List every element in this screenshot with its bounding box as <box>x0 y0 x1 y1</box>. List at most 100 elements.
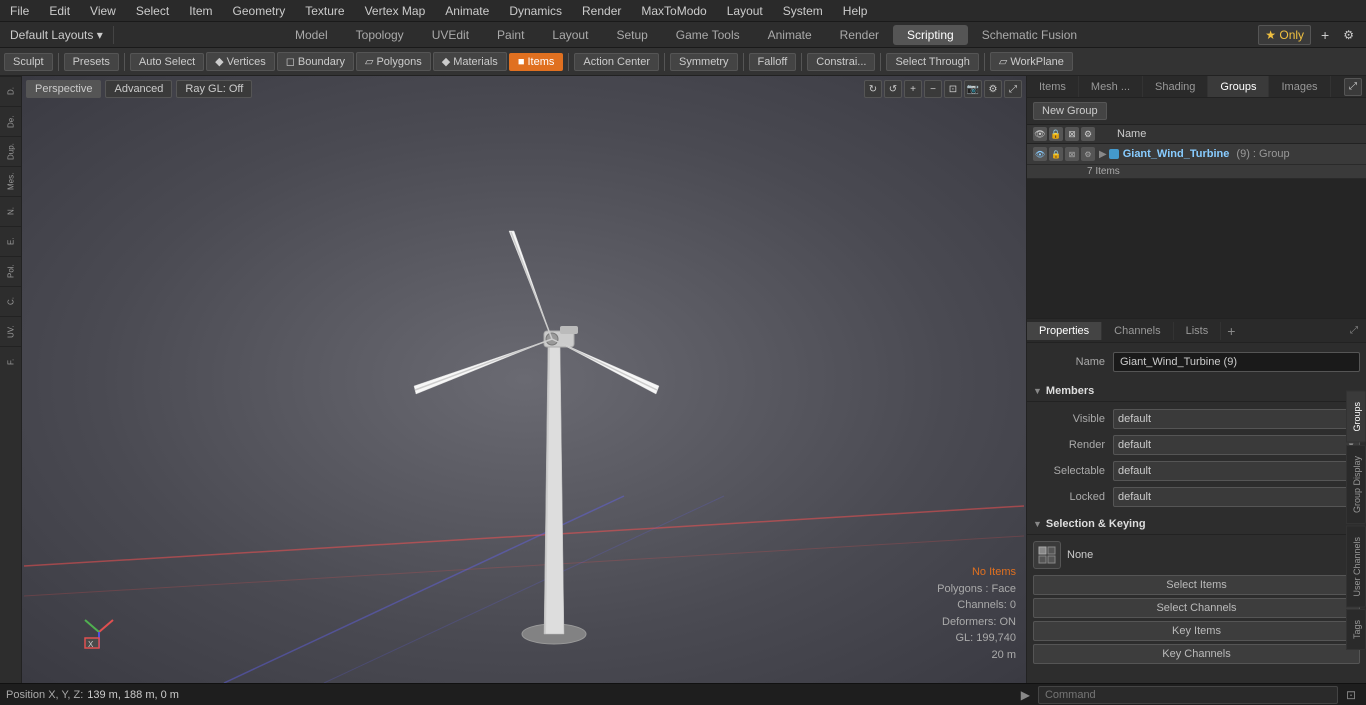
menu-animate[interactable]: Animate <box>435 2 499 20</box>
select-items-button[interactable]: Select Items <box>1033 575 1360 595</box>
lock-header-icon[interactable]: 🔒 <box>1049 127 1063 141</box>
command-input[interactable] <box>1038 686 1338 704</box>
panel-expand-icon[interactable]: ⤢ <box>1344 78 1362 96</box>
polygons-button[interactable]: ▱ Polygons <box>356 52 431 71</box>
left-tab-2[interactable]: De. <box>0 106 22 136</box>
tab-topology[interactable]: Topology <box>342 25 418 45</box>
select-channels-button[interactable]: Select Channels <box>1033 598 1360 618</box>
zoom-out-icon[interactable]: − <box>924 80 942 98</box>
auto-select-button[interactable]: Auto Select <box>130 53 204 71</box>
side-tab-group-display[interactable]: Group Display <box>1346 445 1366 524</box>
materials-button[interactable]: ◆ Materials <box>433 52 507 71</box>
ptab-popout-icon[interactable]: ⤢ <box>1346 323 1362 339</box>
vertices-button[interactable]: ◆ Vertices <box>206 52 275 71</box>
left-tab-n[interactable]: N. <box>0 196 22 226</box>
group-gear-icon[interactable]: ⚙ <box>1081 147 1095 161</box>
presets-button[interactable]: Presets <box>64 53 119 71</box>
ptab-add-button[interactable]: + <box>1221 320 1241 342</box>
gear-header-icon[interactable]: ⚙ <box>1081 127 1095 141</box>
left-tab-1[interactable]: D. <box>0 76 22 106</box>
selection-icon[interactable] <box>1033 541 1061 569</box>
left-tab-pol[interactable]: Pol. <box>0 256 22 286</box>
symmetry-button[interactable]: Symmetry <box>670 53 738 71</box>
constrain-button[interactable]: Constrai... <box>807 53 875 71</box>
command-arrow-icon[interactable]: ▶ <box>1017 688 1034 702</box>
add-layout-button[interactable]: + <box>1315 27 1335 43</box>
settings-icon[interactable]: ⚙ <box>984 80 1002 98</box>
left-tab-f[interactable]: F. <box>0 346 22 376</box>
default-layouts-dropdown[interactable]: Default Layouts ▾ <box>0 26 114 44</box>
visible-dropdown[interactable]: default ▼ <box>1113 409 1360 429</box>
menu-render[interactable]: Render <box>572 2 631 20</box>
menu-vertex-map[interactable]: Vertex Map <box>355 2 436 20</box>
members-section-header[interactable]: ▼ Members <box>1027 381 1366 402</box>
fit-icon[interactable]: ⊡ <box>944 80 962 98</box>
left-tab-dup[interactable]: Dup. <box>0 136 22 166</box>
zoom-in-icon[interactable]: + <box>904 80 922 98</box>
tab-paint[interactable]: Paint <box>483 25 538 45</box>
refresh-icon[interactable]: ↺ <box>884 80 902 98</box>
group-lock-icon[interactable]: 🔒 <box>1049 147 1063 161</box>
tab-animate[interactable]: Animate <box>754 25 826 45</box>
perspective-button[interactable]: Perspective <box>26 80 101 98</box>
action-center-button[interactable]: Action Center <box>574 53 659 71</box>
advanced-button[interactable]: Advanced <box>105 80 172 98</box>
side-tab-groups[interactable]: Groups <box>1346 391 1366 443</box>
eye-header-icon[interactable]: 👁 <box>1033 127 1047 141</box>
rtab-groups[interactable]: Groups <box>1208 76 1269 97</box>
menu-file[interactable]: File <box>0 2 39 20</box>
new-group-button[interactable]: New Group <box>1033 102 1107 120</box>
left-tab-mes[interactable]: Mes. <box>0 166 22 196</box>
rtab-items[interactable]: Items <box>1027 76 1079 97</box>
menu-geometry[interactable]: Geometry <box>223 2 296 20</box>
tab-render[interactable]: Render <box>826 25 893 45</box>
expand-viewport-icon[interactable]: ⤢ <box>1004 80 1022 98</box>
side-tab-user-channels[interactable]: User Channels <box>1346 526 1366 608</box>
left-tab-c[interactable]: C. <box>0 286 22 316</box>
menu-view[interactable]: View <box>80 2 126 20</box>
menu-help[interactable]: Help <box>833 2 878 20</box>
falloff-button[interactable]: Falloff <box>749 53 797 71</box>
key-channels-button[interactable]: Key Channels <box>1033 644 1360 664</box>
name-input[interactable] <box>1113 352 1360 372</box>
selectable-dropdown[interactable]: default ▼ <box>1113 461 1360 481</box>
sel-keying-section-header[interactable]: ▼ Selection & Keying <box>1027 514 1366 535</box>
left-tab-uv[interactable]: UV. <box>0 316 22 346</box>
tab-uvedit[interactable]: UVEdit <box>418 25 483 45</box>
ray-gl-button[interactable]: Ray GL: Off <box>176 80 252 98</box>
select-through-button[interactable]: Select Through <box>886 53 978 71</box>
star-only-button[interactable]: ★ Only <box>1258 25 1311 45</box>
menu-item[interactable]: Item <box>179 2 222 20</box>
menu-edit[interactable]: Edit <box>39 2 80 20</box>
tab-setup[interactable]: Setup <box>602 25 661 45</box>
tab-schematic-fusion[interactable]: Schematic Fusion <box>968 25 1091 45</box>
group-box-icon[interactable]: ⊠ <box>1065 147 1079 161</box>
group-expand-arrow[interactable]: ▶ <box>1099 149 1107 160</box>
tab-model[interactable]: Model <box>281 25 342 45</box>
rtab-images[interactable]: Images <box>1269 76 1330 97</box>
command-submit-icon[interactable]: ⊡ <box>1342 688 1360 702</box>
rtab-mesh[interactable]: Mesh ... <box>1079 76 1143 97</box>
group-row-wind-turbine[interactable]: 👁 🔒 ⊠ ⚙ ▶ Giant_Wind_Turbine (9) : Group <box>1027 144 1366 165</box>
box-header-icon[interactable]: ⊠ <box>1065 127 1079 141</box>
menu-select[interactable]: Select <box>126 2 179 20</box>
viewport[interactable]: Perspective Advanced Ray GL: Off ↻ ↺ + −… <box>22 76 1026 683</box>
ptab-lists[interactable]: Lists <box>1174 322 1222 340</box>
rotate-icon[interactable]: ↻ <box>864 80 882 98</box>
render-dropdown[interactable]: default ▼ <box>1113 435 1360 455</box>
sculpt-button[interactable]: Sculpt <box>4 53 53 71</box>
menu-dynamics[interactable]: Dynamics <box>499 2 572 20</box>
items-button[interactable]: ■ Items <box>509 53 564 71</box>
boundary-button[interactable]: ◻ Boundary <box>277 52 354 71</box>
key-items-button[interactable]: Key Items <box>1033 621 1360 641</box>
locked-dropdown[interactable]: default ▼ <box>1113 487 1360 507</box>
menu-system[interactable]: System <box>773 2 833 20</box>
tab-layout[interactable]: Layout <box>538 25 602 45</box>
rtab-shading[interactable]: Shading <box>1143 76 1208 97</box>
camera-icon[interactable]: 📷 <box>964 80 982 98</box>
left-tab-e[interactable]: E. <box>0 226 22 256</box>
tab-game-tools[interactable]: Game Tools <box>662 25 754 45</box>
menu-maxtomodo[interactable]: MaxToModo <box>631 2 716 20</box>
ptab-channels[interactable]: Channels <box>1102 322 1173 340</box>
layout-settings-button[interactable]: ⚙ <box>1339 26 1358 44</box>
